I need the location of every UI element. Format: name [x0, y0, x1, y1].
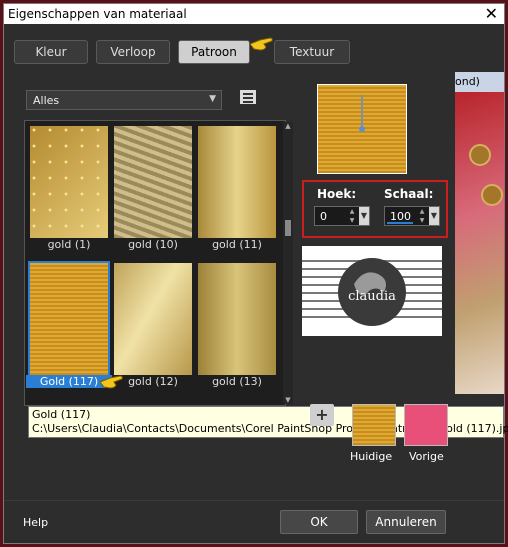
pattern-thumbnail [198, 126, 276, 238]
angle-handle-icon[interactable] [318, 85, 406, 173]
scroll-down-icon[interactable]: ▼ [283, 396, 293, 404]
category-select-value: Alles [33, 94, 60, 107]
add-swatch-button[interactable]: + [310, 404, 334, 426]
ok-button-label: OK [310, 515, 328, 529]
pattern-thumbnail [198, 263, 276, 375]
tab-kleur[interactable]: Kleur [14, 40, 88, 64]
pattern-item[interactable]: Gold (117) [26, 259, 112, 389]
tab-verloop-label: Verloop [110, 45, 156, 59]
pattern-label: gold (1) [47, 238, 91, 251]
pattern-label: gold (13) [212, 375, 262, 388]
angle-value: 0 [320, 210, 327, 223]
background-coin [481, 184, 503, 206]
pattern-item[interactable]: gold (11) [194, 122, 276, 252]
pattern-thumbnail [114, 126, 192, 238]
chevron-down-icon: ▼ [209, 94, 216, 104]
background-tab-bar: ond) [455, 72, 504, 92]
background-coin [469, 144, 491, 166]
pattern-label: gold (10) [128, 238, 178, 251]
footer-divider [4, 500, 504, 501]
pattern-scrollbar[interactable]: ▲ ▼ [283, 122, 293, 404]
spin-updown-icon[interactable]: ▲ ▼ [347, 207, 357, 225]
scrollbar-thumb[interactable] [285, 220, 291, 236]
pattern-preview[interactable] [317, 84, 407, 174]
pattern-thumbnail [114, 263, 192, 375]
angle-spinner[interactable]: 0 ▲ ▼ ▼ [314, 206, 370, 226]
current-swatch-label: Huidige [350, 450, 393, 463]
background-tab-text: ond) [455, 75, 480, 88]
logo-emblem: claudia [338, 258, 406, 326]
previous-swatch-label: Vorige [409, 450, 444, 463]
tab-verloop[interactable]: Verloop [96, 40, 170, 64]
pointer-hand-icon [249, 37, 273, 51]
tab-patroon-label: Patroon [191, 45, 237, 59]
ok-button[interactable]: OK [280, 510, 358, 534]
list-view-icon[interactable] [240, 90, 256, 104]
spin-updown-icon[interactable]: ▲ ▼ [417, 207, 427, 225]
pattern-item[interactable]: gold (1) [26, 122, 108, 252]
tab-kleur-label: Kleur [35, 45, 67, 59]
tab-textuur-label: Textuur [289, 45, 335, 59]
help-link[interactable]: Help [23, 516, 48, 529]
scale-bar [387, 222, 413, 224]
pattern-thumbnail [30, 126, 108, 238]
background-app: ond) [455, 24, 504, 394]
angle-label: Hoek: [317, 187, 357, 201]
previous-swatch[interactable] [404, 404, 448, 446]
pointer-hand-icon [99, 375, 123, 389]
logo-watermark: claudia [302, 246, 442, 336]
title-bar: Eigenschappen van materiaal ✕ [4, 4, 504, 24]
background-image [455, 92, 504, 394]
pattern-label: gold (11) [212, 238, 262, 251]
cancel-button[interactable]: Annuleren [366, 510, 446, 534]
pattern-grid: gold (1) gold (10) gold (11) Gold (117) … [24, 120, 286, 406]
scale-label: Schaal: [384, 187, 434, 201]
category-select[interactable]: Alles ▼ [26, 90, 222, 110]
pattern-thumbnail [28, 261, 110, 377]
tab-patroon[interactable]: Patroon [178, 40, 250, 64]
cancel-button-label: Annuleren [375, 515, 437, 529]
chevron-down-icon[interactable]: ▼ [429, 207, 439, 225]
pattern-item[interactable]: gold (13) [194, 259, 276, 389]
chevron-down-icon[interactable]: ▼ [359, 207, 369, 225]
tab-textuur[interactable]: Textuur [274, 40, 350, 64]
pattern-item[interactable]: gold (10) [110, 122, 192, 252]
scroll-up-icon[interactable]: ▲ [283, 122, 293, 130]
dialog-title: Eigenschappen van materiaal [8, 7, 187, 21]
close-button[interactable]: ✕ [485, 4, 498, 24]
current-swatch[interactable] [352, 404, 396, 446]
scale-spinner[interactable]: 100 ▲ ▼ ▼ [384, 206, 440, 226]
svg-text:claudia: claudia [348, 289, 396, 304]
